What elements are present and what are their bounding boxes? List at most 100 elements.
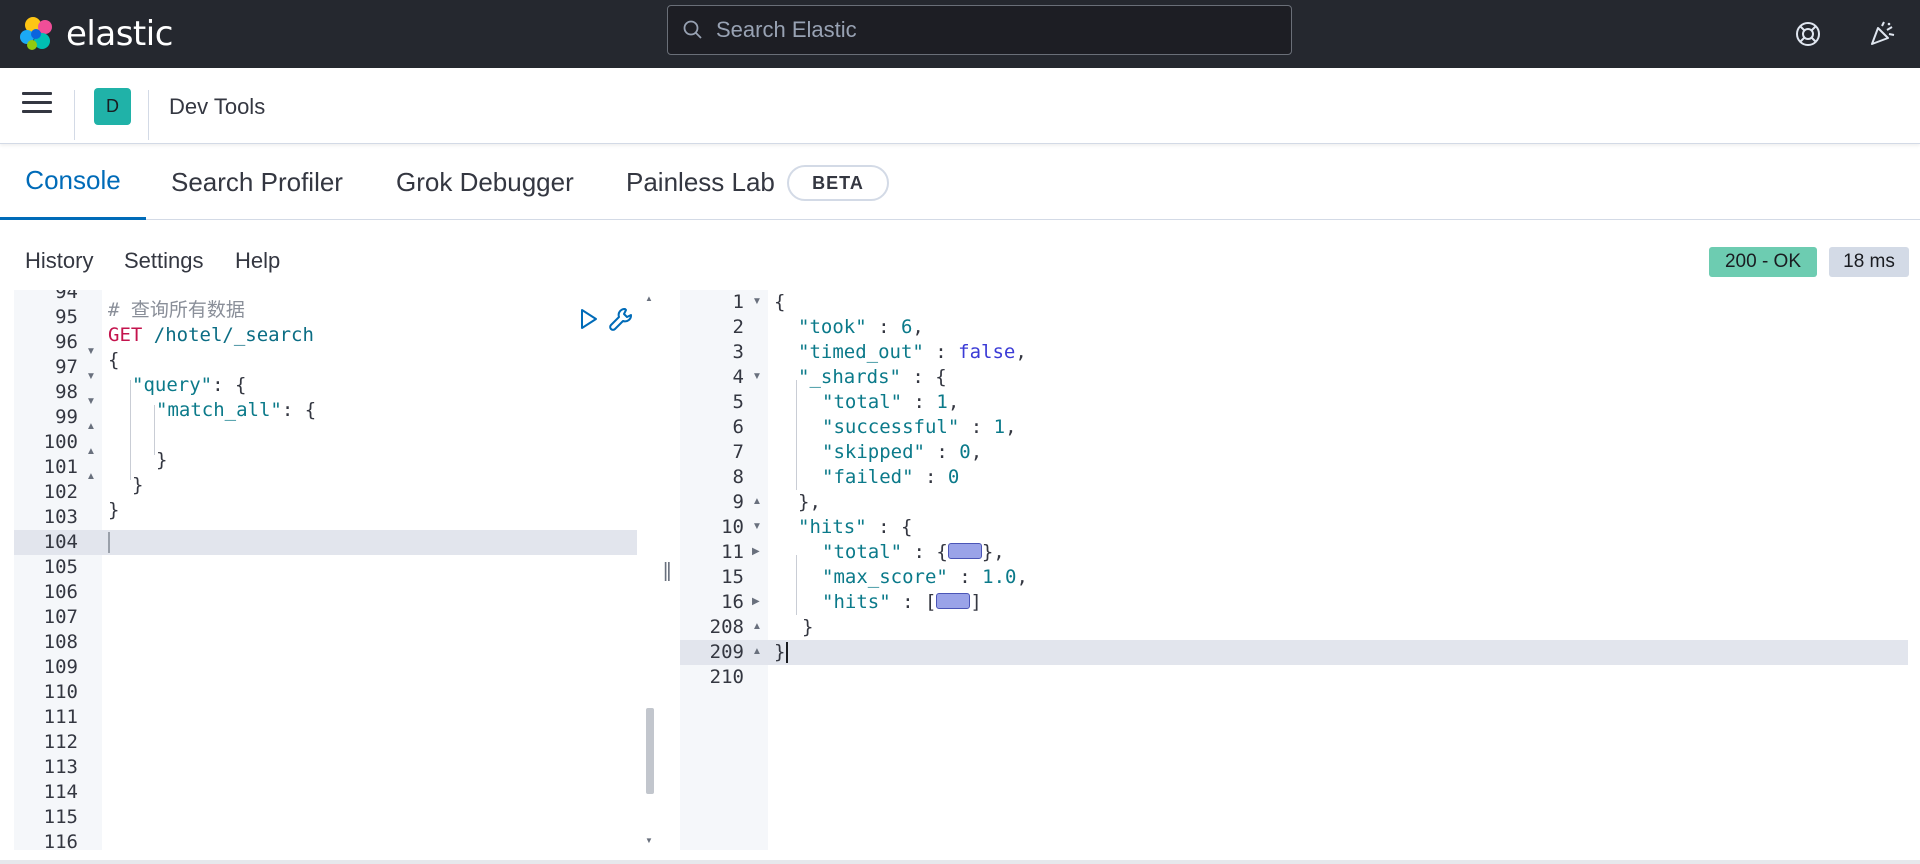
tab-painless-lab[interactable]: Painless Lab [626, 144, 775, 220]
http-method: GET [108, 324, 143, 346]
fold-open-icon[interactable]: ▼ [752, 371, 762, 382]
line-number: 113 [43, 756, 78, 778]
request-editor[interactable]: 94 95 96 97 98 99 100 101 102 103 104 105 106 107 108 1… [14, 290, 656, 850]
fold-close-icon[interactable]: ▲ [86, 471, 96, 482]
json-key: "took" [798, 316, 867, 338]
code-line-97: { [108, 348, 119, 373]
fold-close-icon[interactable]: ▲ [752, 621, 762, 632]
json-key: "_shards" [798, 366, 901, 388]
page-bottom-border [0, 860, 1920, 864]
code-line-16: "hits" : [] [822, 591, 982, 613]
line-number: 15 [721, 566, 744, 588]
text-cursor [108, 532, 110, 553]
json-key: "timed_out" [798, 341, 924, 363]
line-number: 97 [55, 356, 78, 378]
resize-handle[interactable]: || [663, 560, 672, 583]
request-url: /hotel/_search [142, 324, 314, 346]
code-line-11: "total" : {}, [822, 541, 1005, 563]
json-key: "hits" [822, 591, 891, 613]
code-line-15: "max_score" : 1.0, [822, 566, 1028, 588]
line-number: 4 [732, 366, 744, 388]
code-line-4: "_shards" : { [798, 366, 947, 388]
history-link[interactable]: History [25, 248, 93, 274]
code-line-10: "hits" : { [798, 516, 913, 538]
line-number: 105 [43, 556, 78, 578]
active-line-highlight [680, 640, 1908, 665]
fold-close-icon[interactable]: ▲ [86, 446, 96, 457]
news-button[interactable] [1862, 14, 1902, 54]
divider [148, 90, 149, 140]
line-number: 107 [43, 606, 78, 628]
line-number: 95 [55, 306, 78, 328]
line-number: 210 [709, 666, 744, 688]
line-number: 106 [43, 581, 78, 603]
fold-open-icon[interactable]: ▼ [86, 396, 96, 407]
collapsed-placeholder-icon[interactable] [947, 542, 982, 559]
hamburger-icon-bar [22, 110, 52, 113]
search-input[interactable] [716, 17, 1276, 43]
brace: { [108, 349, 120, 371]
line-number: 3 [732, 341, 744, 363]
scroll-up-icon[interactable]: ▲ [645, 294, 653, 303]
divider [74, 90, 75, 140]
fold-collapsed-icon[interactable]: ▶ [752, 546, 760, 557]
indent-guide [796, 380, 797, 490]
menu-toggle-button[interactable] [22, 92, 52, 118]
fold-collapsed-icon[interactable]: ▶ [752, 596, 760, 607]
tab-console[interactable]: Console [0, 144, 146, 220]
json-value: 6 [900, 316, 913, 338]
line-number: 5 [732, 391, 744, 413]
space-avatar[interactable]: D [94, 88, 131, 125]
elastic-logo-icon [20, 17, 52, 50]
fold-close-icon[interactable]: ▲ [752, 646, 762, 657]
json-value: 0 [959, 441, 971, 463]
fold-close-icon[interactable]: ▲ [752, 496, 762, 507]
devtools-tabs: Console Search Profiler Grok Debugger Pa… [0, 144, 1920, 220]
global-search[interactable] [667, 5, 1292, 55]
json-key: "successful" [822, 416, 960, 438]
line-number: 208 [709, 616, 744, 638]
line-number: 114 [43, 781, 78, 803]
elastic-logo[interactable]: elastic [18, 10, 173, 58]
indent-guide [154, 405, 155, 455]
beta-badge: BETA [787, 165, 889, 201]
fold-close-icon[interactable]: ▲ [86, 421, 96, 432]
request-scrollbar[interactable] [646, 708, 654, 794]
global-header: elastic [0, 0, 1920, 68]
collapsed-placeholder-icon[interactable] [936, 592, 971, 609]
hamburger-icon-bar [22, 101, 52, 104]
json-value: 1 [993, 416, 1006, 438]
line-number: 1 [732, 291, 744, 313]
text-cursor [786, 642, 788, 663]
tab-grok-debugger[interactable]: Grok Debugger [396, 144, 574, 220]
send-request-icon[interactable] [579, 308, 599, 330]
code-line-1: { [774, 291, 786, 313]
json-value: 1.0 [982, 566, 1017, 588]
json-key: "total" [822, 541, 903, 563]
line-number: 11 [721, 541, 744, 563]
line-number: 209 [709, 641, 744, 663]
line-number: 111 [43, 706, 78, 728]
code-line-6: "successful" : 1, [822, 416, 1017, 438]
tab-search-profiler[interactable]: Search Profiler [171, 144, 343, 220]
code-line-5: "total" : 1, [822, 391, 960, 413]
line-number: 103 [43, 506, 78, 528]
fold-open-icon[interactable]: ▼ [752, 521, 762, 532]
fold-open-icon[interactable]: ▼ [86, 371, 96, 382]
json-value: false [958, 341, 1016, 363]
line-number: 99 [55, 406, 78, 428]
code-line-208: } [802, 616, 814, 638]
help-lifebuoy-icon [1796, 22, 1820, 46]
news-cheer-icon [1871, 21, 1895, 45]
fold-open-icon[interactable]: ▼ [86, 346, 96, 357]
wrench-icon[interactable] [608, 306, 634, 332]
code-line-3: "timed_out" : false, [798, 341, 1027, 363]
code-line-95: # 查询所有数据 [108, 298, 245, 323]
help-link[interactable]: Help [235, 248, 280, 274]
scroll-down-icon[interactable]: ▼ [645, 836, 653, 845]
help-button[interactable] [1788, 14, 1828, 54]
json-key: "match_all" [156, 399, 282, 421]
code-line-7: "skipped" : 0, [822, 441, 983, 463]
settings-link[interactable]: Settings [124, 248, 204, 274]
fold-open-icon[interactable]: ▼ [752, 296, 762, 307]
